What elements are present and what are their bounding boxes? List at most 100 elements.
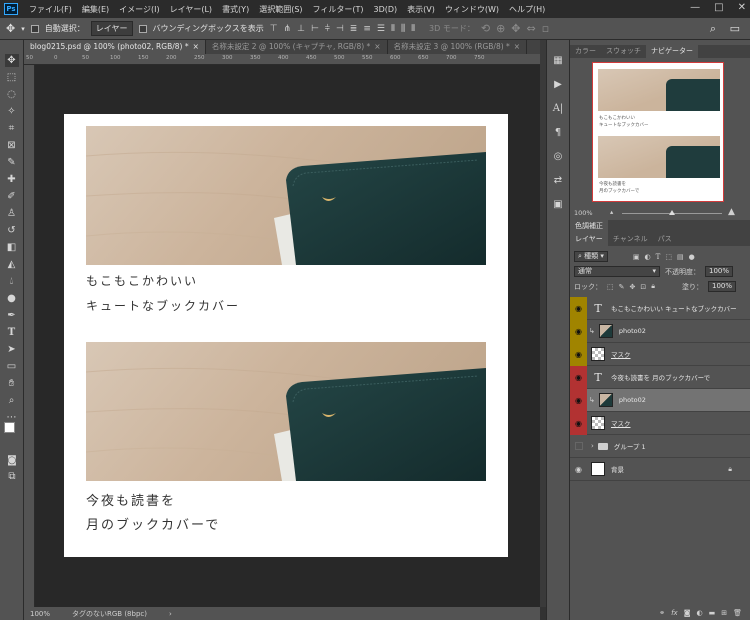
stamp-tool-icon[interactable]: ♙ bbox=[5, 207, 19, 220]
align-bottom-icon[interactable]: ⊥ bbox=[297, 24, 305, 34]
tab-swatches[interactable]: スウォッチ bbox=[601, 45, 646, 58]
3d-scale-icon[interactable]: ▫ bbox=[542, 22, 549, 35]
libraries-icon[interactable]: ◎ bbox=[551, 150, 565, 164]
rectangle-tool-icon[interactable]: ▭ bbox=[5, 360, 19, 373]
tab-layers[interactable]: レイヤー bbox=[570, 233, 608, 246]
distribute-hcenter-icon[interactable]: ⫼ bbox=[401, 24, 405, 34]
properties-icon[interactable]: ⇄ bbox=[551, 174, 565, 188]
tab-untitled-3[interactable]: 名称未設定 3 @ 100% (RGB/8) * × bbox=[388, 40, 528, 54]
search-icon[interactable]: ⌕ bbox=[710, 22, 716, 36]
3d-rotate-icon[interactable]: ⟲ bbox=[481, 22, 490, 35]
close-icon[interactable]: × bbox=[514, 42, 520, 51]
color-swatches[interactable] bbox=[4, 422, 22, 440]
filter-pixel-icon[interactable]: ▣ bbox=[633, 253, 640, 261]
layer-row[interactable]: ◉ マスク bbox=[570, 411, 750, 435]
layer-row-selected[interactable]: ◉ ↳ photo02 bbox=[570, 388, 750, 412]
history-brush-tool-icon[interactable]: ↺ bbox=[5, 224, 19, 237]
navigator-zoom-value[interactable]: 100% bbox=[574, 209, 593, 217]
hand-tool-icon[interactable]: ✋︎ bbox=[5, 377, 19, 390]
tab-navigator[interactable]: ナビゲーター bbox=[646, 45, 698, 58]
3d-roll-icon[interactable]: ⊕ bbox=[496, 22, 505, 35]
menu-file[interactable]: ファイル(F) bbox=[24, 4, 77, 15]
tab-adjustments[interactable]: 色調補正 bbox=[570, 220, 608, 233]
zoom-in-icon[interactable]: ▲ bbox=[728, 207, 735, 217]
mask-icon[interactable]: ◙ bbox=[684, 609, 691, 617]
menu-layer[interactable]: レイヤー(L) bbox=[165, 4, 217, 15]
transform-controls-checkbox[interactable] bbox=[138, 24, 147, 33]
crop-tool-icon[interactable]: ⌗ bbox=[5, 122, 19, 135]
visibility-eye-icon[interactable]: ◉ bbox=[570, 388, 587, 412]
distribute-right-icon[interactable]: ⦀ bbox=[411, 24, 415, 34]
visibility-eye-icon[interactable]: ◉ bbox=[570, 458, 587, 481]
foreground-color-swatch[interactable] bbox=[4, 422, 15, 433]
layer-row[interactable]: ◉ マスク bbox=[570, 342, 750, 366]
visibility-eye-icon[interactable]: ◉ bbox=[570, 365, 587, 389]
quick-mask-icon[interactable]: ◙ bbox=[5, 454, 19, 467]
maximize-button[interactable]: □ bbox=[714, 2, 723, 13]
workspace-icon[interactable]: ▭ bbox=[730, 22, 740, 35]
document-profile[interactable]: タグのないRGB (8bpc) bbox=[72, 609, 147, 619]
menu-filter[interactable]: フィルター(T) bbox=[308, 4, 369, 15]
lock-position-icon[interactable]: ✥ bbox=[630, 283, 636, 291]
zoom-tool-icon[interactable]: ⌕ bbox=[5, 394, 19, 407]
fill-input[interactable]: 100% bbox=[707, 281, 736, 292]
visibility-eye-icon[interactable]: ◉ bbox=[570, 342, 587, 366]
layer-row[interactable]: ◉ ↳ photo02 bbox=[570, 319, 750, 343]
new-layer-icon[interactable]: ⊞ bbox=[721, 609, 727, 617]
close-icon[interactable]: × bbox=[374, 42, 380, 51]
zoom-slider-thumb[interactable] bbox=[669, 210, 675, 215]
glyphs-icon[interactable]: ▣ bbox=[551, 198, 565, 212]
menu-view[interactable]: 表示(V) bbox=[402, 4, 440, 15]
eraser-tool-icon[interactable]: ◧ bbox=[5, 241, 19, 254]
3d-slide-icon[interactable]: ⇔ bbox=[527, 22, 536, 35]
marquee-tool-icon[interactable]: ⬚ bbox=[5, 71, 19, 84]
tab-paths[interactable]: パス bbox=[653, 233, 677, 246]
filter-adjustment-icon[interactable]: ◐ bbox=[645, 253, 651, 261]
play-icon[interactable]: ▶ bbox=[551, 78, 565, 92]
align-top-icon[interactable]: ⊤ bbox=[270, 24, 278, 34]
visibility-eye-icon[interactable]: ◉ bbox=[570, 296, 587, 320]
menu-3d[interactable]: 3D(D) bbox=[369, 5, 403, 14]
opacity-input[interactable]: 100% bbox=[705, 266, 734, 277]
type-tool-icon[interactable]: T bbox=[5, 326, 19, 339]
filter-type-icon[interactable]: T bbox=[656, 253, 661, 261]
chevron-right-icon[interactable]: › bbox=[169, 610, 172, 618]
adjustment-icon[interactable]: ◐ bbox=[697, 609, 703, 617]
blend-mode-dropdown[interactable]: 通常 ▾ bbox=[574, 266, 660, 277]
layer-row[interactable]: ◉ T 今夜も読書を 月のブックカバーで bbox=[570, 365, 750, 389]
chevron-right-icon[interactable]: › bbox=[591, 442, 594, 450]
magic-wand-tool-icon[interactable]: ✧ bbox=[5, 105, 19, 118]
align-hcenter-icon[interactable]: ⫩ bbox=[325, 24, 330, 34]
visibility-toggle[interactable] bbox=[570, 435, 587, 458]
fx-icon[interactable]: fx bbox=[671, 609, 678, 617]
chevron-down-icon[interactable]: ▾ bbox=[21, 25, 25, 33]
visibility-eye-icon[interactable]: ◉ bbox=[570, 319, 587, 343]
zoom-level[interactable]: 100% bbox=[30, 610, 50, 618]
trash-icon[interactable]: 🗑︎ bbox=[733, 609, 742, 617]
menu-image[interactable]: イメージ(I) bbox=[114, 4, 164, 15]
tab-color[interactable]: カラー bbox=[570, 45, 601, 58]
paint-bucket-tool-icon[interactable]: ◭ bbox=[5, 258, 19, 271]
tab-blog0215[interactable]: blog0215.psd @ 100% (photo02, RGB/8) * × bbox=[24, 40, 206, 54]
auto-select-checkbox[interactable] bbox=[30, 24, 39, 33]
visibility-eye-icon[interactable]: ◉ bbox=[570, 411, 587, 435]
paragraph-icon[interactable]: ¶ bbox=[551, 126, 565, 140]
align-vcenter-icon[interactable]: ⋔ bbox=[284, 24, 292, 34]
lock-artboard-icon[interactable]: ⊡ bbox=[640, 283, 646, 291]
screen-mode-icon[interactable]: ⧉ bbox=[5, 470, 19, 483]
zoom-out-icon[interactable]: ▴ bbox=[610, 208, 613, 216]
frame-tool-icon[interactable]: ⊠ bbox=[5, 139, 19, 152]
filter-kind-dropdown[interactable]: ⌕ 種類 ▾ bbox=[574, 251, 608, 262]
filter-smart-icon[interactable]: ▤ bbox=[677, 253, 684, 261]
distribute-top-icon[interactable]: ≣ bbox=[350, 24, 358, 34]
layer-row[interactable]: ◉ T もこもこかわいい キュートなブックカバー bbox=[570, 296, 750, 320]
menu-window[interactable]: ウィンドウ(W) bbox=[440, 4, 504, 15]
minimize-button[interactable]: — bbox=[690, 2, 700, 13]
move-tool-icon[interactable]: ✥ bbox=[6, 22, 15, 35]
distribute-left-icon[interactable]: ⦀ bbox=[391, 24, 395, 34]
align-right-icon[interactable]: ⊣ bbox=[336, 24, 344, 34]
lock-pixels-icon[interactable]: ✎ bbox=[619, 283, 625, 291]
navigator-preview[interactable]: もこもこかわいい キュートなブックカバー 今夜も読書を 月のブックカバーで bbox=[592, 62, 724, 202]
auto-select-dropdown[interactable]: レイヤー bbox=[90, 21, 133, 36]
folder-icon[interactable]: ▬ bbox=[709, 609, 716, 617]
